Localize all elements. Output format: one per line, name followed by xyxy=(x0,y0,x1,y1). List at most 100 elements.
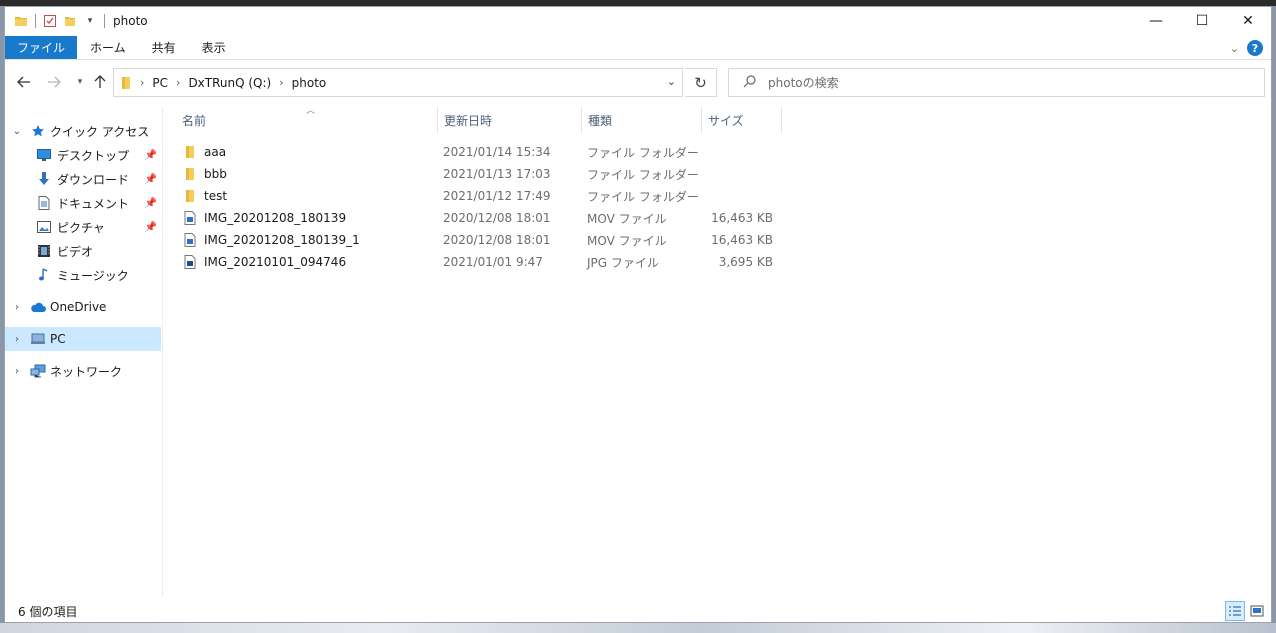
expand-chevron-icon[interactable]: › xyxy=(11,302,23,313)
new-folder-icon[interactable] xyxy=(62,13,78,29)
file-date: 2021/01/01 9:47 xyxy=(443,255,543,269)
file-row[interactable]: aaa 2021/01/14 15:34 ファイル フォルダー xyxy=(182,141,782,163)
sort-ascending-icon: ︿ xyxy=(306,106,316,116)
nav-item-videos[interactable]: ビデオ xyxy=(5,239,161,263)
toolbar-separator xyxy=(35,14,36,28)
breadcrumb-separator-icon: › xyxy=(140,76,145,89)
download-icon xyxy=(36,171,52,187)
nav-label: ダウンロード xyxy=(57,172,130,187)
tab-share[interactable]: 共有 xyxy=(139,36,189,59)
file-name: bbb xyxy=(204,167,227,181)
large-icons-view-button[interactable] xyxy=(1247,601,1267,621)
column-header-label: 更新日時 xyxy=(444,113,493,128)
address-bar[interactable]: › PC › DxTRunQ (Q:) › photo ⌄ xyxy=(113,68,683,97)
pin-icon[interactable]: 📌 xyxy=(145,222,157,233)
file-size: 16,463 KB xyxy=(711,211,773,225)
help-icon[interactable]: ? xyxy=(1247,40,1263,56)
tab-file[interactable]: ファイル xyxy=(5,36,78,59)
breadcrumb-drive[interactable]: DxTRunQ (Q:) xyxy=(188,76,271,90)
file-type: ファイル フォルダー xyxy=(587,189,699,204)
back-arrow-icon xyxy=(17,76,30,88)
close-button[interactable]: ✕ xyxy=(1225,7,1271,35)
file-size: 16,463 KB xyxy=(711,233,773,247)
folder-icon xyxy=(182,188,198,204)
address-row: ▾ › PC › DxTRunQ (Q:) › photo ⌄ ↻ xyxy=(5,67,1271,97)
desktop-icon xyxy=(36,147,52,163)
recent-locations-button[interactable]: ▾ xyxy=(69,71,91,93)
up-button[interactable] xyxy=(89,71,111,93)
nav-item-onedrive[interactable]: › OneDrive xyxy=(5,295,161,319)
file-row[interactable]: test 2021/01/12 17:49 ファイル フォルダー xyxy=(182,185,782,207)
minimize-button[interactable]: — xyxy=(1133,7,1179,35)
breadcrumb-separator-icon: › xyxy=(279,76,284,89)
window-controls: — ☐ ✕ xyxy=(1133,7,1271,35)
column-header-size[interactable]: サイズ xyxy=(702,107,782,133)
tab-home[interactable]: ホーム xyxy=(77,36,139,59)
jpg-file-icon xyxy=(182,254,198,270)
search-icon xyxy=(743,74,756,91)
file-row[interactable]: IMG_20210101_094746 2021/01/01 9:47 JPG … xyxy=(182,251,782,273)
nav-label: PC xyxy=(50,332,66,346)
properties-check-icon[interactable] xyxy=(42,13,58,29)
file-name: IMG_20201208_180139 xyxy=(204,211,347,225)
status-bar: 6 個の項目 xyxy=(5,600,1271,622)
forward-button[interactable] xyxy=(43,71,65,93)
forward-arrow-icon xyxy=(48,76,61,88)
ribbon-right-controls: ⌄ ? xyxy=(1230,40,1263,56)
collapse-chevron-icon[interactable]: ⌄ xyxy=(11,126,23,137)
nav-item-network[interactable]: › ネットワーク xyxy=(5,359,161,383)
nav-label: OneDrive xyxy=(50,300,107,314)
column-header-date[interactable]: 更新日時 xyxy=(438,107,582,133)
nav-item-downloads[interactable]: ダウンロード 📌 xyxy=(5,167,161,191)
file-row[interactable]: IMG_20201208_180139_1 2020/12/08 18:01 M… xyxy=(182,229,782,251)
nav-item-pc[interactable]: › PC xyxy=(5,327,161,351)
search-input[interactable] xyxy=(768,75,1168,90)
back-button[interactable] xyxy=(13,71,35,93)
file-list: ︿ 名前 更新日時 種類 サイズ aaa 2021/01/14 15:34 ファ… xyxy=(164,106,1272,597)
expand-ribbon-chevron-icon[interactable]: ⌄ xyxy=(1230,42,1239,55)
details-view-button[interactable] xyxy=(1225,601,1245,621)
navigation-pane: ⌄ クイック アクセス デスクトップ 📌 ダウンロード 📌 ドキュメント 📌 ピ… xyxy=(5,107,163,597)
pin-icon[interactable]: 📌 xyxy=(145,174,157,185)
breadcrumb-photo[interactable]: photo xyxy=(292,76,327,90)
nav-item-desktop[interactable]: デスクトップ 📌 xyxy=(5,143,161,167)
file-date: 2021/01/12 17:49 xyxy=(443,189,551,203)
file-type: MOV ファイル xyxy=(587,233,667,248)
file-name: IMG_20210101_094746 xyxy=(204,255,347,269)
folder-icon xyxy=(13,13,29,29)
refresh-icon: ↻ xyxy=(694,73,707,92)
document-icon xyxy=(36,195,52,211)
refresh-button[interactable]: ↻ xyxy=(685,68,717,97)
file-row[interactable]: IMG_20201208_180139 2020/12/08 18:01 MOV… xyxy=(182,207,782,229)
breadcrumb-separator-icon: › xyxy=(176,76,181,89)
computer-icon xyxy=(30,331,46,347)
column-header-type[interactable]: 種類 xyxy=(582,107,702,133)
breadcrumb-pc[interactable]: PC xyxy=(152,76,168,90)
pin-icon[interactable]: 📌 xyxy=(145,150,157,161)
nav-quick-access[interactable]: ⌄ クイック アクセス xyxy=(5,119,161,143)
music-icon xyxy=(36,267,52,283)
expand-chevron-icon[interactable]: › xyxy=(11,366,23,377)
pin-icon[interactable]: 📌 xyxy=(145,198,157,209)
star-icon xyxy=(30,123,46,139)
address-dropdown-icon[interactable]: ⌄ xyxy=(667,75,676,88)
search-box[interactable] xyxy=(728,68,1265,97)
file-name: test xyxy=(204,189,228,203)
column-header-name[interactable]: ︿ 名前 xyxy=(164,106,438,133)
nav-item-pictures[interactable]: ピクチャ 📌 xyxy=(5,215,161,239)
tab-view[interactable]: 表示 xyxy=(189,36,239,59)
title-bar: ▾ photo — ☐ ✕ xyxy=(5,7,1271,35)
file-row[interactable]: bbb 2021/01/13 17:03 ファイル フォルダー xyxy=(182,163,782,185)
mov-file-icon xyxy=(182,232,198,248)
folder-icon xyxy=(182,144,198,160)
file-type: JPG ファイル xyxy=(587,255,659,270)
file-date: 2021/01/13 17:03 xyxy=(443,167,551,181)
file-date: 2021/01/14 15:34 xyxy=(443,145,551,159)
expand-chevron-icon[interactable]: › xyxy=(11,334,23,345)
details-view-icon xyxy=(1229,606,1241,616)
quick-access-toolbar: ▾ photo xyxy=(5,7,148,35)
customize-toolbar-chevron-icon[interactable]: ▾ xyxy=(82,13,98,29)
nav-item-documents[interactable]: ドキュメント 📌 xyxy=(5,191,161,215)
nav-item-music[interactable]: ミュージック xyxy=(5,263,161,287)
maximize-button[interactable]: ☐ xyxy=(1179,7,1225,35)
